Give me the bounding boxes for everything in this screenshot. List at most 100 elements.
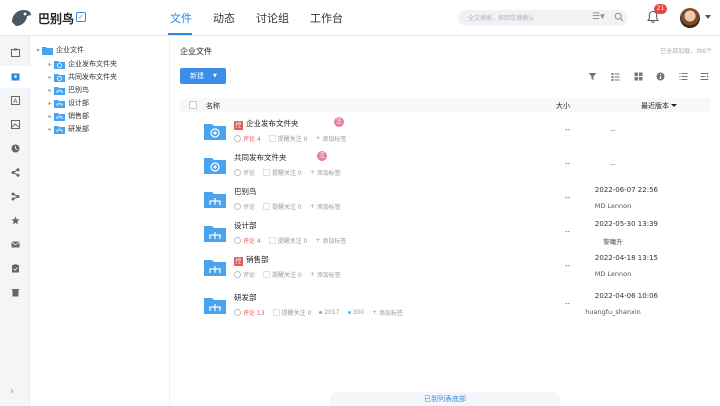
tab-workbench[interactable]: 工作台: [310, 10, 343, 26]
trash-icon: [11, 289, 20, 297]
add-tag-action[interactable]: + 添加标签: [310, 270, 341, 279]
row-name[interactable]: 控销售部: [234, 254, 269, 266]
comment-action[interactable]: 评论: [234, 168, 255, 177]
follow-action[interactable]: 提醒关注 0: [272, 308, 311, 317]
rail-starred[interactable]: [0, 210, 30, 232]
add-tag-action[interactable]: + 添加标签: [372, 308, 403, 317]
tree-item-label: 巴别鸟: [68, 86, 89, 94]
chevron-down-icon[interactable]: [705, 15, 711, 19]
tree-item-enterprise-publish[interactable]: ▸ 企业发布文件夹: [46, 58, 117, 70]
expand-sidebar-chevron-icon[interactable]: ›: [10, 386, 14, 397]
comment-action[interactable]: 评论: [234, 202, 255, 211]
column-size[interactable]: 大小: [556, 101, 570, 111]
follow-action[interactable]: 提醒关注 0: [263, 168, 302, 177]
row-version-user[interactable]: 黎曦升: [568, 236, 658, 246]
tree-item-sales[interactable]: ▸ 销售部: [46, 110, 89, 122]
follow-count: 提醒关注 0: [277, 238, 308, 245]
row-meta: 评论 提醒关注 0 + 添加标签: [234, 270, 349, 279]
caret-right-icon[interactable]: ▸: [46, 113, 54, 120]
rail-company-files[interactable]: [0, 42, 30, 64]
add-tag-action[interactable]: + 添加标签: [310, 168, 341, 177]
row-version-user[interactable]: huangfu_shanxin: [568, 308, 658, 316]
table-row[interactable]: 控销售部 评论 提醒关注 0 + 添加标签 -- 2022-04-18 13:1…: [180, 250, 710, 284]
caret-right-icon[interactable]: ▸: [46, 74, 54, 81]
chevron-down-icon: ▼: [213, 73, 217, 79]
rail-tasks[interactable]: [0, 258, 30, 280]
sort-list-icon[interactable]: [679, 72, 688, 81]
tab-discussion-groups[interactable]: 讨论组: [256, 10, 289, 26]
tab-activity[interactable]: 动态: [213, 10, 235, 26]
special-folder-icon: [54, 60, 65, 69]
tag-300[interactable]: 300: [347, 309, 364, 316]
info-icon[interactable]: [656, 72, 665, 81]
comment-action[interactable]: 评论 4: [234, 134, 261, 143]
table-row[interactable]: 共同发布文件夹 注 评论 提醒关注 0 + 添加标签 -- --: [180, 148, 710, 182]
comment-action[interactable]: 评论: [234, 270, 255, 279]
search-icon[interactable]: [614, 12, 624, 22]
follow-icon: [268, 135, 276, 142]
column-name[interactable]: 名称: [206, 101, 220, 111]
table-row[interactable]: 控企业发布文件夹 注 评论 4 提醒关注 0 + 添加标签 -- --: [180, 114, 710, 148]
team-folder-icon: [204, 226, 226, 242]
follow-action[interactable]: 提醒关注 0: [268, 134, 307, 143]
tag-label: 2017: [324, 309, 340, 316]
tree-item-design[interactable]: ▸ 设计部: [46, 97, 89, 109]
table-row[interactable]: 巴别鸟 评论 提醒关注 0 + 添加标签 -- 2022-06-07 22:56…: [180, 182, 710, 216]
row-name[interactable]: 控企业发布文件夹: [234, 118, 299, 130]
grid-view-icon[interactable]: [634, 72, 643, 81]
add-tag-action[interactable]: + 添加标签: [310, 202, 341, 211]
rail-mail[interactable]: [0, 234, 30, 256]
search-input[interactable]: 全文搜索，按回车键确认 ☰▾: [458, 10, 628, 26]
list-view-icon[interactable]: [611, 72, 620, 81]
follow-action[interactable]: 提醒关注 0: [263, 270, 302, 279]
select-all-checkbox[interactable]: [189, 101, 197, 109]
follow-action[interactable]: 提醒关注 0: [263, 202, 302, 211]
comment-action[interactable]: 评论 4: [234, 236, 261, 245]
comment-action[interactable]: 评论 13: [234, 308, 265, 317]
add-tag-label: 添加标签: [322, 136, 347, 143]
follow-action[interactable]: 提醒关注 0: [268, 236, 308, 245]
row-name[interactable]: 巴别鸟: [234, 186, 257, 197]
rail-images[interactable]: [0, 114, 30, 136]
add-tag-action[interactable]: + 添加标签: [315, 236, 346, 245]
caret-right-icon[interactable]: ▸: [46, 61, 54, 68]
table-row[interactable]: 设计部 评论 4 提醒关注 0 + 添加标签 -- 2022-05-30 13:…: [180, 216, 710, 250]
new-button[interactable]: 新建 ▼: [180, 68, 226, 84]
tree-item-root[interactable]: ▾ 企业文件: [34, 44, 84, 56]
caret-right-icon[interactable]: ▸: [46, 100, 54, 107]
caret-down-icon[interactable]: ▾: [34, 47, 42, 54]
tab-files[interactable]: 文件: [170, 10, 192, 26]
caret-right-icon[interactable]: ▸: [46, 87, 54, 94]
column-version[interactable]: 最近版本: [641, 101, 677, 111]
collapse-panel-icon[interactable]: [700, 72, 709, 81]
tag-2017[interactable]: 2017: [319, 309, 340, 316]
add-tag-action[interactable]: + 添加标签: [315, 134, 346, 143]
notification-count-badge: 21: [654, 4, 667, 14]
avatar[interactable]: [680, 8, 700, 28]
rail-trash[interactable]: [0, 282, 30, 304]
tree-item-babel[interactable]: ▸ 巴别鸟: [46, 84, 89, 96]
controlled-tag: 控: [234, 257, 243, 266]
row-version-user[interactable]: MD Lennon: [568, 270, 658, 278]
rail-my-files[interactable]: [0, 66, 30, 88]
svg-text:A: A: [13, 98, 18, 105]
search-placeholder: 全文搜索，按回车键确认: [468, 15, 535, 22]
row-name[interactable]: 共同发布文件夹: [234, 152, 287, 163]
rail-shared-files[interactable]: A: [0, 90, 30, 112]
rail-links[interactable]: [0, 186, 30, 208]
table-row[interactable]: 研发部 评论 13 提醒关注 0 2017 300 + 添加标签 -- 2022…: [180, 288, 710, 322]
row-name[interactable]: 设计部: [234, 220, 257, 231]
row-version-user[interactable]: MD Lennon: [568, 202, 658, 210]
filter-icon[interactable]: [588, 72, 597, 81]
rail-recent[interactable]: [0, 138, 30, 160]
rail-shared[interactable]: [0, 162, 30, 184]
breadcrumb[interactable]: 企业文件: [180, 46, 212, 57]
caret-right-icon[interactable]: ▸: [46, 126, 54, 133]
share-icon: [11, 168, 20, 177]
tree-item-rnd[interactable]: ▸ 研发部: [46, 123, 89, 135]
row-name[interactable]: 研发部: [234, 292, 257, 303]
babel-bird-logo-icon[interactable]: [10, 8, 32, 28]
tree-item-shared-publish[interactable]: ▸ 共同发布文件夹: [46, 71, 117, 83]
comment-count: 评论 13: [243, 310, 265, 317]
search-filter-menu-icon[interactable]: ☰▾: [592, 12, 605, 22]
